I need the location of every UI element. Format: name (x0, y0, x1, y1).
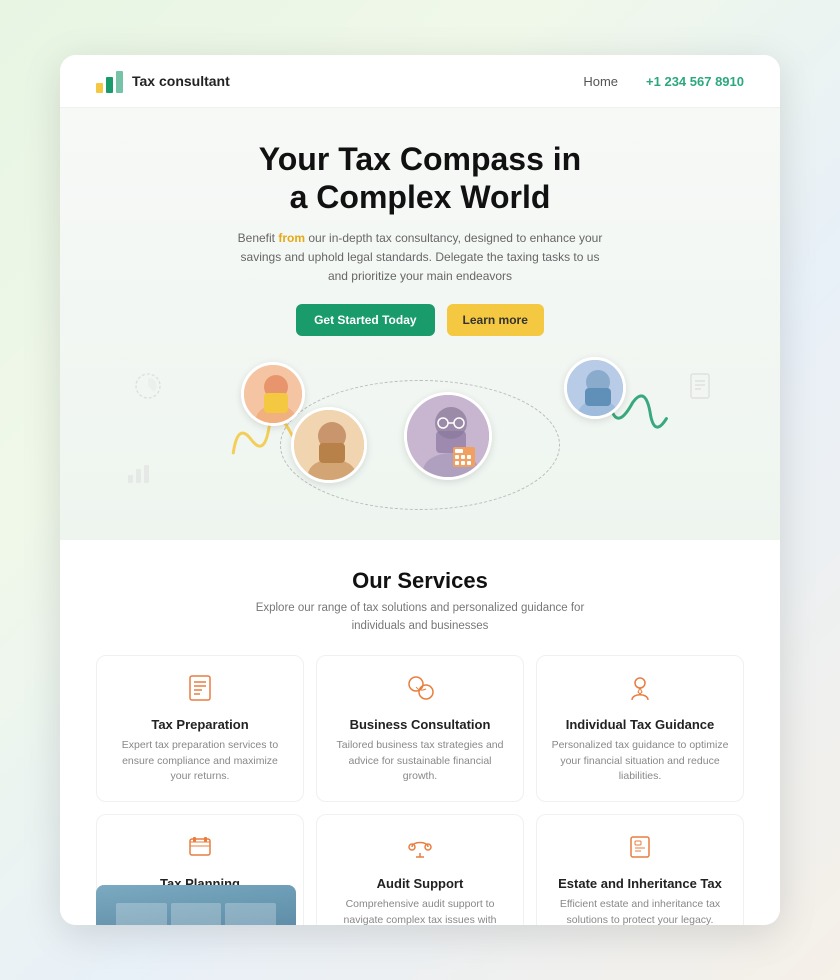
estate-tax-icon (551, 833, 729, 868)
story-image-inner (96, 885, 296, 925)
service-desc-5: Efficient estate and inheritance tax sol… (551, 897, 729, 925)
hero-subtitle: Benefit from our in-depth tax consultanc… (230, 229, 610, 287)
service-name-5: Estate and Inheritance Tax (551, 876, 729, 891)
nav-home-link[interactable]: Home (583, 74, 618, 89)
service-desc-1: Tailored business tax strategies and adv… (331, 738, 509, 785)
window-grid (116, 903, 276, 925)
hero-visuals (96, 352, 744, 512)
avatar-4 (564, 357, 626, 419)
service-desc-0: Expert tax preparation services to ensur… (111, 738, 289, 785)
service-name-4: Audit Support (331, 876, 509, 891)
audit-support-icon (331, 833, 509, 868)
avatar-2 (291, 407, 367, 483)
window-pane-1 (116, 903, 167, 925)
avatar-1 (241, 362, 305, 426)
service-desc-2: Personalized tax guidance to optimize yo… (551, 738, 729, 785)
ghost-bar-icon (126, 457, 154, 492)
services-title: Our Services (96, 568, 744, 594)
individual-tax-icon (551, 674, 729, 709)
avatar-3 (404, 392, 492, 480)
hero-title: Your Tax Compass in a Complex World (96, 140, 744, 217)
ghost-doc-icon (686, 372, 714, 407)
service-name-0: Tax Preparation (111, 717, 289, 732)
navbar: Tax consultant Home +1 234 567 8910 (60, 55, 780, 108)
learn-more-button[interactable]: Learn more (447, 304, 544, 336)
service-card-tax-preparation: Tax Preparation Expert tax preparation s… (96, 655, 304, 802)
service-card-estate-tax: Estate and Inheritance Tax Efficient est… (536, 814, 744, 925)
service-name-2: Individual Tax Guidance (551, 717, 729, 732)
ghost-chart-icon (134, 372, 162, 407)
service-card-individual-tax: Individual Tax Guidance Personalized tax… (536, 655, 744, 802)
nav-right: Home +1 234 567 8910 (583, 74, 744, 89)
hero-buttons: Get Started Today Learn more (96, 304, 744, 336)
logo-text: Tax consultant (132, 73, 230, 89)
tax-planning-icon (111, 833, 289, 868)
window-pane-2 (171, 903, 222, 925)
get-started-button[interactable]: Get Started Today (296, 304, 434, 336)
window-pane-3 (225, 903, 276, 925)
service-card-audit-support: Audit Support Comprehensive audit suppor… (316, 814, 524, 925)
logo: Tax consultant (96, 69, 230, 93)
story-image (96, 885, 296, 925)
logo-icon (96, 69, 124, 93)
hero-section: Your Tax Compass in a Complex World Bene… (60, 108, 780, 540)
business-consultation-icon (331, 674, 509, 709)
service-name-1: Business Consultation (331, 717, 509, 732)
services-section: Our Services Explore our range of tax so… (60, 540, 780, 925)
services-subtitle: Explore our range of tax solutions and p… (240, 600, 600, 635)
service-desc-4: Comprehensive audit support to navigate … (331, 897, 509, 925)
nav-phone: +1 234 567 8910 (646, 74, 744, 89)
tax-preparation-icon (111, 674, 289, 709)
service-card-business-consultation: Business Consultation Tailored business … (316, 655, 524, 802)
